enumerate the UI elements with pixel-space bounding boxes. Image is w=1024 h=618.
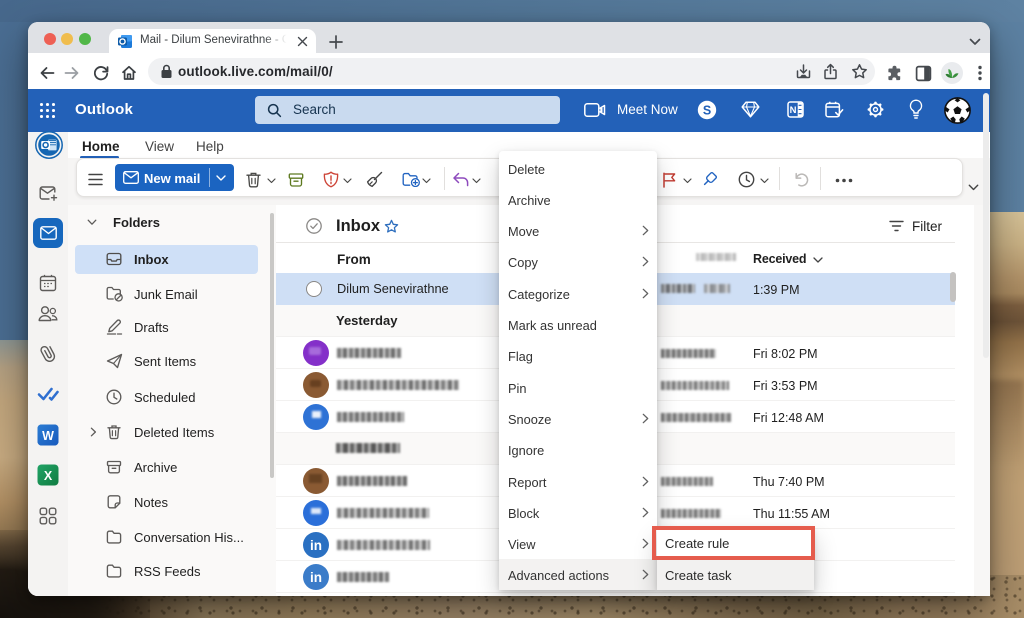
svg-text:W: W xyxy=(42,429,54,443)
svg-text:N: N xyxy=(790,105,797,116)
svg-text:X: X xyxy=(44,469,53,483)
svg-text:S: S xyxy=(703,103,711,117)
